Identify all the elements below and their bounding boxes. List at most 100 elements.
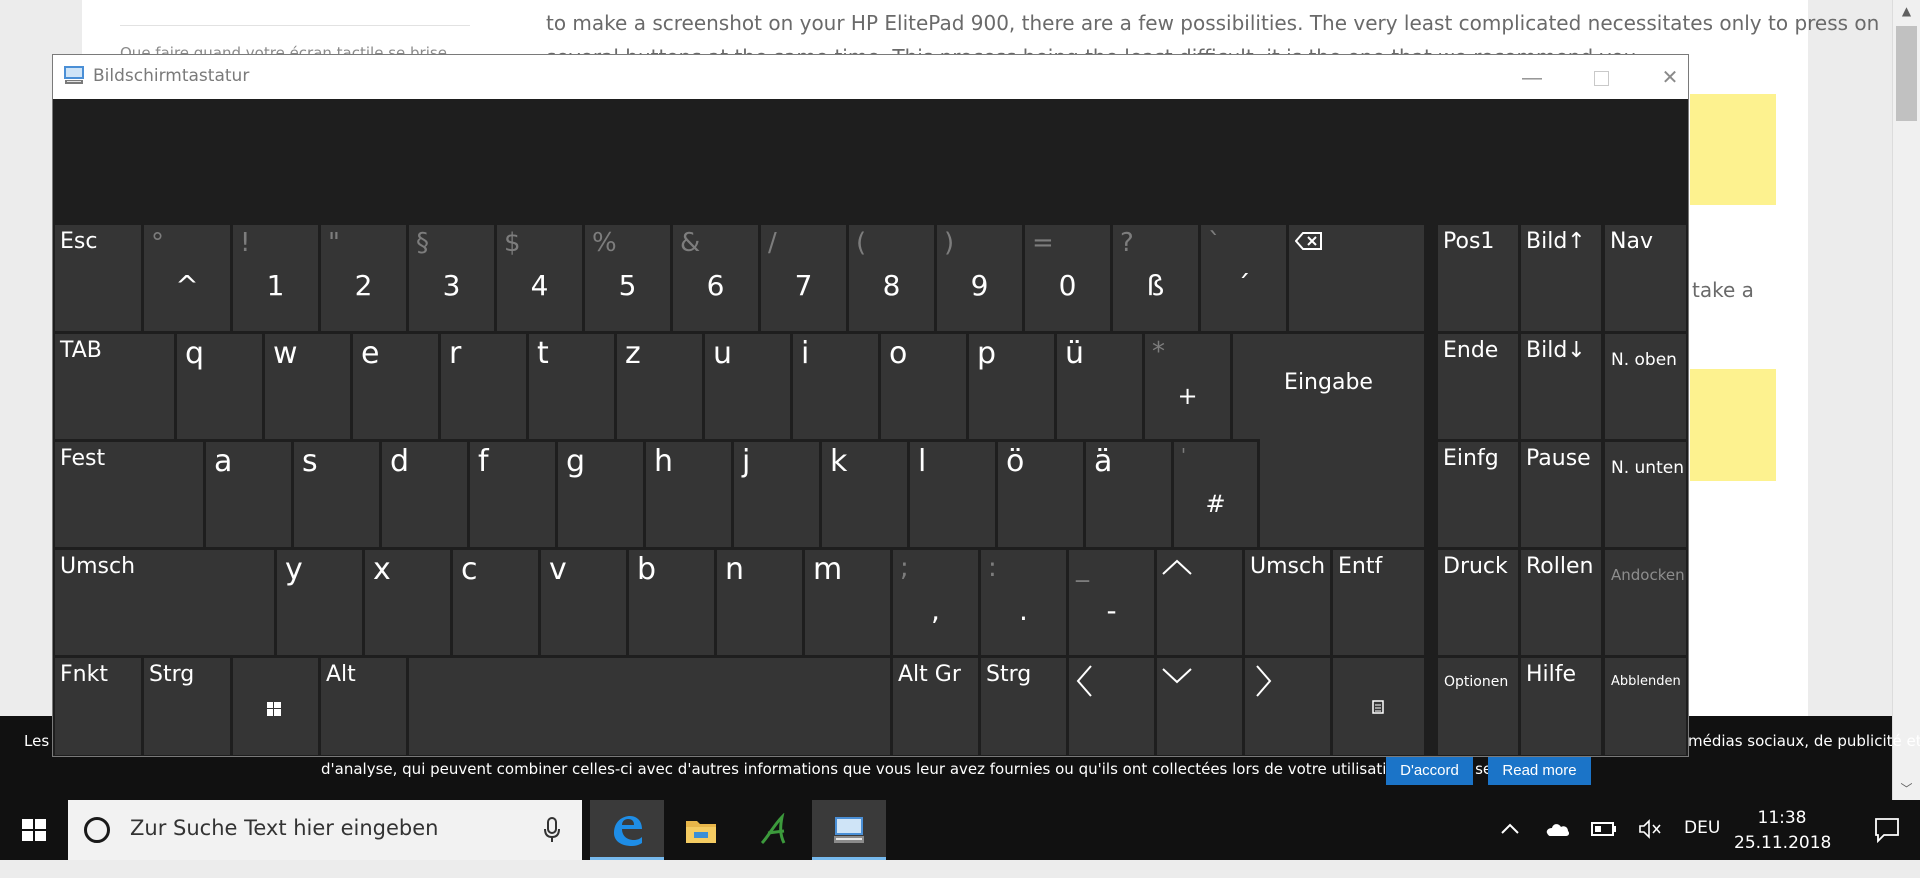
key-a[interactable]: a xyxy=(206,442,291,547)
key-enter[interactable]: Eingabe xyxy=(1233,334,1424,439)
scroll-up-arrow-icon[interactable]: ▲ xyxy=(1893,0,1920,22)
key-6[interactable]: & 6 xyxy=(673,225,758,331)
key-acute[interactable]: ` ´ xyxy=(1201,225,1286,331)
key-z[interactable]: z xyxy=(617,334,702,439)
tray-onedrive[interactable] xyxy=(1540,800,1574,860)
key-u-umlaut[interactable]: ü xyxy=(1057,334,1142,439)
key-page-down[interactable]: Bild↓ xyxy=(1521,334,1601,439)
key-shift-left[interactable]: Umsch xyxy=(55,550,274,655)
key-shift-right[interactable]: Umsch xyxy=(1245,550,1330,655)
maximize-button[interactable] xyxy=(1567,55,1635,99)
microphone-icon[interactable] xyxy=(542,816,562,844)
key-3[interactable]: § 3 xyxy=(409,225,494,331)
key-minus[interactable]: _ - xyxy=(1069,550,1154,655)
key-plus[interactable]: * + xyxy=(1145,334,1230,439)
key-options[interactable]: Optionen xyxy=(1438,658,1518,755)
key-j[interactable]: j xyxy=(734,442,819,547)
page-scrollbar[interactable]: ▲ ﹀ xyxy=(1892,0,1920,800)
key-n[interactable]: n xyxy=(717,550,802,655)
key-alt-gr[interactable]: Alt Gr xyxy=(893,658,978,755)
window-titlebar[interactable]: Bildschirmtastatur — ✕ xyxy=(53,55,1688,99)
key-end[interactable]: Ende xyxy=(1438,334,1518,439)
key-4[interactable]: $4 xyxy=(497,225,582,331)
key-i[interactable]: i xyxy=(793,334,878,439)
key-insert[interactable]: Einfg xyxy=(1438,442,1518,547)
scroll-down-arrow-icon[interactable]: ﹀ xyxy=(1893,778,1920,800)
key-move-down[interactable]: N. unten xyxy=(1605,442,1686,547)
key-arrow-left[interactable] xyxy=(1069,658,1154,755)
key-g[interactable]: g xyxy=(558,442,643,547)
key-alt[interactable]: Alt xyxy=(321,658,406,755)
taskbar-osk-app[interactable] xyxy=(812,800,886,860)
key-x[interactable]: x xyxy=(365,550,450,655)
key-windows[interactable] xyxy=(233,658,318,755)
action-center-button[interactable] xyxy=(1850,800,1920,860)
key-w[interactable]: w xyxy=(265,334,350,439)
key-7[interactable]: /7 xyxy=(761,225,846,331)
key-backspace[interactable] xyxy=(1289,225,1424,331)
key-ctrl-left[interactable]: Strg xyxy=(144,658,230,755)
key-space[interactable] xyxy=(409,658,890,755)
key-h[interactable]: h xyxy=(646,442,731,547)
key-tab[interactable]: TAB xyxy=(55,334,174,439)
key-arrow-up[interactable] xyxy=(1157,550,1242,655)
key-9[interactable]: ) 9 xyxy=(937,225,1022,331)
key-delete[interactable]: Entf xyxy=(1333,550,1424,655)
key-a-umlaut[interactable]: ä xyxy=(1086,442,1171,547)
key-s[interactable]: s xyxy=(294,442,379,547)
key-arrow-right[interactable] xyxy=(1245,658,1330,755)
key-move-up[interactable]: N. oben xyxy=(1605,334,1686,439)
key-caps-lock[interactable]: Fest xyxy=(55,442,203,547)
key-help[interactable]: Hilfe xyxy=(1521,658,1601,755)
tray-show-hidden-icons[interactable] xyxy=(1496,800,1524,860)
key-p[interactable]: p xyxy=(969,334,1054,439)
key-e[interactable]: e xyxy=(353,334,438,439)
key-arrow-down[interactable] xyxy=(1157,658,1242,755)
tray-language[interactable]: DEU xyxy=(1684,818,1720,878)
cookie-read-more-button[interactable]: Read more xyxy=(1488,754,1591,785)
scrollbar-thumb[interactable] xyxy=(1896,26,1917,121)
key-o[interactable]: o xyxy=(881,334,966,439)
key-enter-lower[interactable] xyxy=(1260,431,1424,547)
minimize-button[interactable]: — xyxy=(1498,55,1566,99)
key-b[interactable]: b xyxy=(629,550,714,655)
key-u[interactable]: u xyxy=(705,334,790,439)
key-sharp-s[interactable]: ? ß xyxy=(1113,225,1198,331)
key-scroll-lock[interactable]: Rollen xyxy=(1521,550,1601,655)
key-period[interactable]: :. xyxy=(981,550,1066,655)
key-8[interactable]: (8 xyxy=(849,225,934,331)
taskbar-search-box[interactable]: Zur Suche Text hier eingeben xyxy=(68,800,582,860)
start-button[interactable] xyxy=(0,800,68,860)
key-2[interactable]: " 2 xyxy=(321,225,406,331)
key-pause[interactable]: Pause xyxy=(1521,442,1601,547)
tray-volume[interactable] xyxy=(1634,800,1666,860)
key-m[interactable]: m xyxy=(805,550,890,655)
key-dock[interactable]: Andocken xyxy=(1605,550,1686,655)
key-v[interactable]: v xyxy=(541,550,626,655)
key-y[interactable]: y xyxy=(277,550,362,655)
taskbar-explorer-app[interactable] xyxy=(664,800,738,860)
key-f[interactable]: f xyxy=(470,442,555,547)
key-fade[interactable]: Abblenden xyxy=(1605,658,1686,755)
taskbar-edge-app[interactable] xyxy=(590,800,664,860)
key-5[interactable]: % 5 xyxy=(585,225,670,331)
key-l[interactable]: l xyxy=(910,442,995,547)
key-caret[interactable]: ° ^ xyxy=(144,225,230,331)
cookie-accept-button[interactable]: D'accord xyxy=(1386,754,1473,785)
key-print[interactable]: Druck xyxy=(1438,550,1518,655)
key-nav[interactable]: Nav xyxy=(1605,225,1686,331)
key-0[interactable]: = 0 xyxy=(1025,225,1110,331)
key-t[interactable]: t xyxy=(529,334,614,439)
key-c[interactable]: c xyxy=(453,550,538,655)
key-ctrl-right[interactable]: Strg xyxy=(981,658,1066,755)
tray-battery[interactable] xyxy=(1588,800,1620,860)
key-1[interactable]: ! 1 xyxy=(233,225,318,331)
key-fn[interactable]: Fnkt xyxy=(55,658,141,755)
key-r[interactable]: r xyxy=(441,334,526,439)
close-button[interactable]: ✕ xyxy=(1636,55,1688,99)
key-home[interactable]: Pos1 xyxy=(1438,225,1518,331)
key-o-umlaut[interactable]: ö xyxy=(998,442,1083,547)
key-comma[interactable]: ;, xyxy=(893,550,978,655)
key-page-up[interactable]: Bild↑ xyxy=(1521,225,1601,331)
key-context-menu[interactable] xyxy=(1333,658,1424,755)
